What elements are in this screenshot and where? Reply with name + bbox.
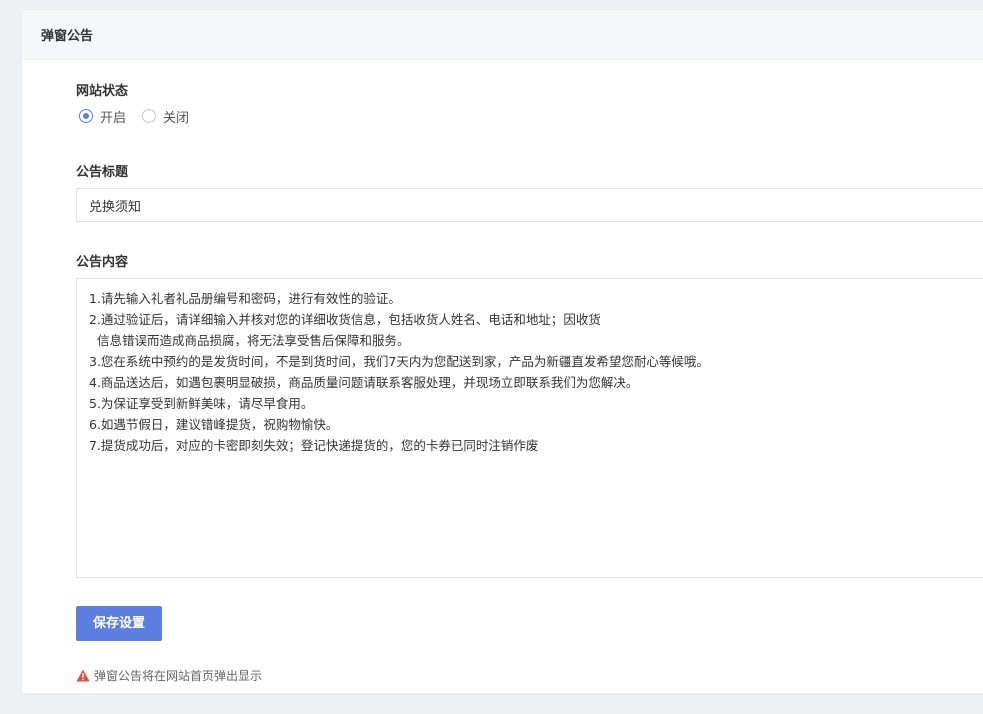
hint-text: 弹窗公告将在网站首页弹出显示: [94, 669, 263, 683]
radio-open[interactable]: 开启: [79, 107, 126, 126]
notice-title-label: 公告标题: [76, 165, 129, 180]
radio-open-label: 开启: [100, 110, 127, 126]
site-status-radio-group: 开启 关闭: [76, 107, 983, 126]
radio-open-circle[interactable]: [79, 109, 93, 123]
notice-content-label: 公告内容: [76, 255, 129, 270]
site-status-label: 网站状态: [76, 84, 129, 99]
notice-panel: 弹窗公告 网站状态 开启 关闭 公告标题 公告内容 1.请先输入礼者礼品册编号和…: [22, 10, 983, 693]
radio-close[interactable]: 关闭: [142, 107, 189, 126]
hint-row: 弹窗公告将在网站首页弹出显示: [76, 667, 983, 684]
notice-title-input[interactable]: [76, 188, 983, 222]
settings-form: 网站状态 开启 关闭 公告标题 公告内容 1.请先输入礼者礼品册编号和密码，进行…: [76, 80, 983, 684]
warning-icon: [76, 669, 90, 682]
radio-close-circle[interactable]: [142, 109, 157, 123]
radio-close-label: 关闭: [163, 110, 190, 126]
notice-content-textarea[interactable]: 1.请先输入礼者礼品册编号和密码，进行有效性的验证。 2.通过验证后，请详细输入…: [76, 278, 983, 578]
panel-title: 弹窗公告: [22, 10, 983, 60]
save-settings-button[interactable]: 保存设置: [76, 606, 162, 641]
